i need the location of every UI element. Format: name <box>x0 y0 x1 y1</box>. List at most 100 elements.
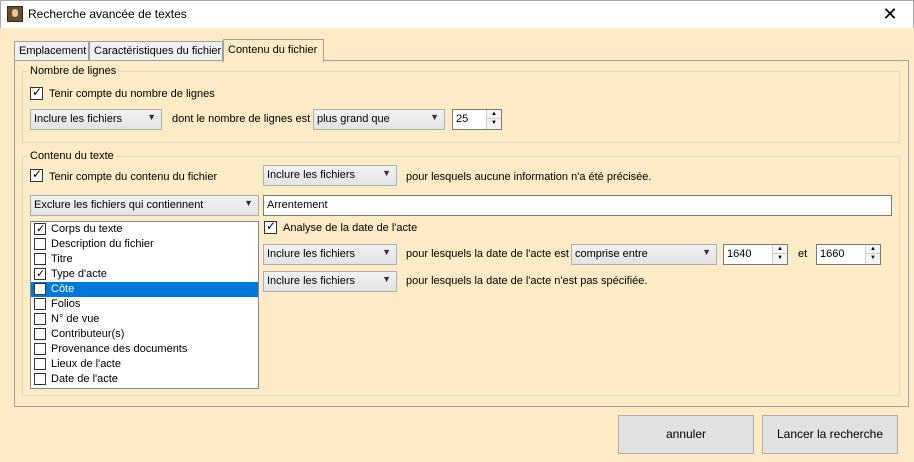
search-text-input[interactable]: Arrentement <box>263 195 892 216</box>
lines-check-label: Tenir compte du nombre de lignes <box>49 88 215 100</box>
tab-panel: Nombre de lignes ✓ Tenir compte du nombr… <box>14 60 909 407</box>
search-text-value: Arrentement <box>267 199 328 211</box>
field-label: Description du fichier <box>51 238 154 250</box>
chevron-down-icon: ▼ <box>382 247 391 257</box>
spin-down-icon[interactable]: ▼ <box>487 119 501 128</box>
tab-contenu[interactable]: Contenu du fichier <box>223 39 324 62</box>
spin-up-icon[interactable]: ▲ <box>487 110 501 119</box>
check-icon: ✓ <box>36 223 46 235</box>
spin-down-icon[interactable]: ▼ <box>773 254 787 263</box>
field-checkbox[interactable] <box>34 313 46 325</box>
app-icon <box>7 6 23 22</box>
check-icon: ✓ <box>32 167 43 181</box>
field-label: Titre <box>51 253 73 265</box>
field-checkbox[interactable]: ✓ <box>34 268 46 280</box>
content-include-select[interactable]: Inclure les fichiers ▼ <box>263 165 397 186</box>
tab-caracteristiques[interactable]: Caractéristiques du fichier <box>89 41 223 61</box>
content-group-legend: Contenu du texte <box>30 150 114 162</box>
content-checkbox[interactable]: ✓ <box>30 167 43 182</box>
exclude-select[interactable]: Exclure les fichiers qui contiennent ▼ <box>30 195 259 216</box>
field-checkbox[interactable] <box>34 238 46 250</box>
field-checkbox[interactable] <box>34 328 46 340</box>
fields-listbox[interactable]: ✓ Corps du texte Description du fichier … <box>30 221 259 389</box>
date-from-input[interactable]: 1640 ▲ ▼ <box>723 244 788 265</box>
list-item[interactable]: N° de vue <box>31 312 258 327</box>
content-check-label: Tenir compte du contenu du fichier <box>49 171 218 183</box>
spin-up-icon[interactable]: ▲ <box>866 245 880 254</box>
nodate-include-select[interactable]: Inclure les fichiers ▼ <box>263 271 397 292</box>
list-item[interactable]: Folios <box>31 297 258 312</box>
list-item[interactable]: Lieux de l'acte <box>31 357 258 372</box>
date-from-value: 1640 <box>727 248 752 260</box>
date-compare-select[interactable]: comprise entre ▼ <box>571 244 717 265</box>
date-to-value: 1660 <box>820 248 845 260</box>
list-item[interactable]: Contributeur(s) <box>31 327 258 342</box>
field-checkbox[interactable] <box>34 358 46 370</box>
field-checkbox[interactable] <box>34 253 46 265</box>
lines-include-value: Inclure les fichiers <box>34 113 123 125</box>
date-checkbox[interactable]: ✓ <box>264 219 277 234</box>
lines-group-legend: Nombre de lignes <box>30 65 117 77</box>
spin-buttons: ▲ ▼ <box>486 110 501 129</box>
date-compare-value: comprise entre <box>575 248 648 260</box>
lines-include-select[interactable]: Inclure les fichiers ▼ <box>30 109 162 130</box>
field-checkbox[interactable] <box>34 283 46 295</box>
field-label: Date de l'acte <box>51 373 118 385</box>
date-text: pour lesquels la date de l'acte est <box>406 248 569 260</box>
field-label: N° de vue <box>51 313 100 325</box>
lines-count-input[interactable]: 25 ▲ ▼ <box>452 109 502 130</box>
list-item[interactable]: Date de l'acte <box>31 372 258 387</box>
list-item-selected[interactable]: Côte <box>31 282 258 297</box>
chevron-down-icon: ▼ <box>382 168 391 178</box>
field-checkbox[interactable] <box>34 373 46 385</box>
list-item[interactable]: Description du fichier <box>31 237 258 252</box>
lines-compare-value: plus grand que <box>317 113 390 125</box>
check-icon: ✓ <box>32 85 43 99</box>
field-label: Provenance des documents <box>51 343 188 355</box>
lines-count-value: 25 <box>456 113 469 125</box>
field-label: Lieux de l'acte <box>51 358 121 370</box>
field-checkbox[interactable]: ✓ <box>34 223 46 235</box>
chevron-down-icon: ▼ <box>382 274 391 284</box>
field-checkbox[interactable] <box>34 298 46 310</box>
field-label: Folios <box>51 298 81 310</box>
field-label: Côte <box>51 283 75 295</box>
date-and-text: et <box>798 248 808 260</box>
list-item[interactable]: ✓ Corps du texte <box>31 222 258 237</box>
spin-up-icon[interactable]: ▲ <box>773 245 787 254</box>
title-bar: Recherche avancée de textes ✕ <box>0 0 914 28</box>
spin-buttons: ▲ ▼ <box>865 245 880 264</box>
field-label: Type d'acte <box>51 268 107 280</box>
date-include-value: Inclure les fichiers <box>267 248 356 260</box>
date-check-label: Analyse de la date de l'acte <box>283 222 418 234</box>
spin-buttons: ▲ ▼ <box>772 245 787 264</box>
nodate-text: pour lesquels la date de l'acte n'est pa… <box>406 275 648 287</box>
spin-down-icon[interactable]: ▼ <box>866 254 880 263</box>
field-label: Corps du texte <box>51 223 123 235</box>
tab-strip: Emplacement Caractéristiques du fichier … <box>14 39 894 62</box>
window-title: Recherche avancée de textes <box>28 7 187 21</box>
content-include-value: Inclure les fichiers <box>267 169 356 181</box>
no-info-text: pour lesquels aucune information n'a été… <box>406 171 652 183</box>
lines-between-text: dont le nombre de lignes est <box>172 113 311 125</box>
chevron-down-icon: ▼ <box>147 112 156 122</box>
list-item[interactable]: Provenance des documents <box>31 342 258 357</box>
tab-emplacement[interactable]: Emplacement <box>14 41 89 61</box>
cancel-button[interactable]: annuler <box>618 415 754 454</box>
search-button[interactable]: Lancer la recherche <box>762 415 898 454</box>
check-icon: ✓ <box>266 219 277 233</box>
chevron-down-icon: ▼ <box>244 198 253 208</box>
lines-compare-select[interactable]: plus grand que ▼ <box>313 109 445 130</box>
nodate-include-value: Inclure les fichiers <box>267 275 356 287</box>
list-item[interactable]: ✓ Type d'acte <box>31 267 258 282</box>
list-item[interactable]: Titre <box>31 252 258 267</box>
date-to-input[interactable]: 1660 ▲ ▼ <box>816 244 881 265</box>
chevron-down-icon: ▼ <box>702 247 711 257</box>
field-label: Contributeur(s) <box>51 328 125 340</box>
chevron-down-icon: ▼ <box>430 112 439 122</box>
close-button[interactable]: ✕ <box>867 1 913 28</box>
date-include-select[interactable]: Inclure les fichiers ▼ <box>263 244 397 265</box>
lines-group: Nombre de lignes <box>22 65 900 143</box>
field-checkbox[interactable] <box>34 343 46 355</box>
lines-checkbox[interactable]: ✓ <box>30 85 43 100</box>
